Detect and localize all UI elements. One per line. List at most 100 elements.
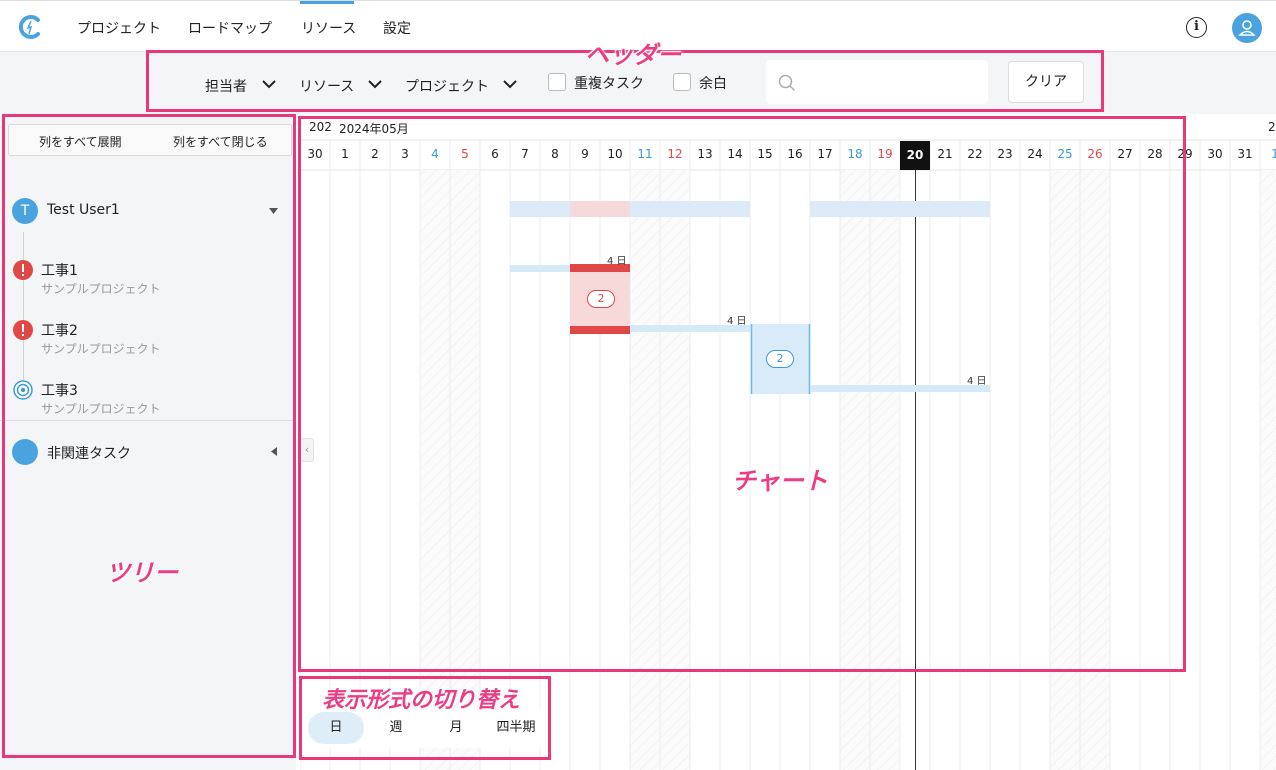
task-title: 工事2 — [41, 323, 78, 339]
day-label: 1 — [1271, 147, 1276, 161]
day-label: 4 — [431, 147, 439, 161]
chevron-down-icon[interactable] — [367, 76, 383, 92]
day-label: 20 — [900, 141, 930, 170]
day-label: 30 — [1207, 147, 1223, 161]
task-span-bar — [810, 385, 990, 392]
weekend-column — [450, 170, 480, 770]
day-label: 16 — [787, 147, 803, 161]
unrelated-label: 非関連タスク — [47, 446, 131, 462]
search-input[interactable] — [766, 60, 988, 104]
day-label: 27 — [1117, 147, 1133, 161]
day-label: 28 — [1147, 147, 1163, 161]
tree-task-row[interactable]: 工事3 サンプルプロジェクト — [13, 378, 273, 418]
weekend-column — [420, 170, 450, 770]
next-month-label: 2 — [1268, 120, 1276, 134]
day-label: 3 — [401, 147, 409, 161]
day-label: 19 — [877, 147, 893, 161]
day-label: 22 — [967, 147, 983, 161]
nav-item-settings[interactable]: 設定 — [383, 18, 411, 38]
prev-month-label: 202 — [309, 120, 332, 134]
margin-checkbox[interactable] — [673, 73, 691, 91]
expand-all-button[interactable]: 列をすべて展開 — [39, 133, 122, 150]
day-label: 2 — [371, 147, 379, 161]
caret-down-icon[interactable] — [269, 208, 278, 214]
day-label: 29 — [1177, 147, 1193, 161]
view-option-quarter[interactable]: 四半期 — [488, 712, 544, 744]
duplicate-task-checkbox[interactable] — [548, 73, 566, 91]
task-count-badge[interactable]: 2 — [587, 290, 615, 308]
weekend-column — [840, 170, 870, 770]
weekend-column — [630, 170, 660, 770]
task-span-bar — [510, 265, 570, 272]
clear-button[interactable]: クリア — [1008, 61, 1084, 103]
search-icon — [778, 74, 795, 91]
in-progress-icon — [13, 380, 33, 400]
tree-task-row[interactable]: 工事2 サンプルプロジェクト — [13, 318, 273, 358]
day-label: 10 — [607, 147, 623, 161]
day-label: 15 — [757, 147, 773, 161]
task-project: サンプルプロジェクト — [41, 282, 161, 296]
gantt-grid — [300, 139, 1276, 770]
duration-label: 4 日 — [607, 256, 627, 267]
tree-user-row[interactable]: T Test User1 — [12, 198, 292, 224]
caret-left-icon[interactable] — [271, 447, 277, 456]
duplicate-task-label: 重複タスク — [574, 76, 644, 92]
resource-load-bar — [510, 201, 570, 217]
resource-load-bar — [810, 201, 990, 217]
day-label: 9 — [581, 147, 589, 161]
user-name: Test User1 — [47, 202, 120, 218]
assignee-filter[interactable]: 担当者 — [205, 76, 247, 96]
day-label: 26 — [1087, 147, 1103, 161]
panel-collapse-handle[interactable]: ‹ — [300, 438, 314, 462]
nav-item-projects[interactable]: プロジェクト — [77, 18, 161, 38]
tree-unrelated-row[interactable]: 非関連タスク — [12, 439, 292, 465]
expand-collapse-buttons: 列をすべて展開 列をすべて閉じる — [8, 124, 292, 156]
weekend-column — [870, 170, 900, 770]
alert-icon — [13, 260, 33, 280]
day-label: 30 — [307, 147, 323, 161]
tree-task-row[interactable]: 工事1 サンプルプロジェクト — [13, 258, 273, 298]
tree-connector-line — [23, 232, 24, 390]
margin-label: 余白 — [699, 76, 727, 92]
resource-filter[interactable]: リソース — [299, 76, 354, 96]
user-avatar-icon[interactable] — [1232, 13, 1262, 43]
weekend-column — [1260, 170, 1276, 770]
view-option-day[interactable]: 日 — [308, 712, 364, 744]
day-label: 25 — [1057, 147, 1073, 161]
resource-load-bar — [630, 201, 750, 217]
user-avatar: T — [12, 198, 38, 224]
tree-annotation-label: ツリー — [106, 559, 178, 587]
nav-item-resources[interactable]: リソース — [301, 18, 356, 38]
task-count-badge[interactable]: 2 — [766, 350, 794, 368]
nav-active-indicator — [300, 1, 354, 4]
duration-label: 4 日 — [727, 316, 747, 327]
nav-item-roadmap[interactable]: ロードマップ — [188, 18, 272, 38]
header-annotation-label: ヘッダー — [585, 41, 681, 69]
view-option-month[interactable]: 月 — [428, 712, 484, 744]
chart-annotation-label: チャート — [732, 467, 828, 495]
day-label: 17 — [817, 147, 833, 161]
day-label: 7 — [521, 147, 529, 161]
tree-divider — [0, 420, 296, 421]
month-label: 2024年05月 — [339, 120, 411, 137]
view-option-week[interactable]: 週 — [368, 712, 424, 744]
tree-panel: 列をすべて展開 列をすべて閉じる T Test User1 工事1 サンプルプロ… — [0, 114, 296, 770]
project-filter[interactable]: プロジェクト — [405, 76, 489, 96]
day-label: 23 — [997, 147, 1013, 161]
collapse-all-button[interactable]: 列をすべて閉じる — [173, 133, 268, 150]
info-icon[interactable]: i — [1186, 17, 1207, 38]
day-label: 12 — [667, 147, 683, 161]
duration-label: 4 日 — [967, 376, 987, 387]
day-label: 11 — [637, 147, 653, 161]
weekend-column — [1080, 170, 1110, 770]
chevron-down-icon[interactable] — [502, 76, 518, 92]
app-logo-icon[interactable] — [16, 13, 44, 41]
day-label: 13 — [697, 147, 713, 161]
day-label: 31 — [1237, 147, 1253, 161]
task-project: サンプルプロジェクト — [41, 342, 161, 356]
resource-overload-bar — [570, 201, 630, 217]
day-label: 1 — [341, 147, 349, 161]
chevron-down-icon[interactable] — [261, 76, 277, 92]
task-title: 工事3 — [41, 383, 78, 399]
weekend-column — [660, 170, 690, 770]
